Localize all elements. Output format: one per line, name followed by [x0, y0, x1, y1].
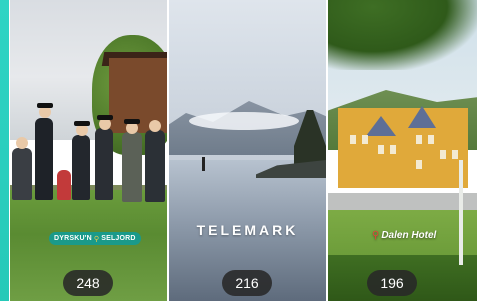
location-label: ⚲ Dalen Hotel	[372, 230, 436, 241]
location-label-text: Dalen Hotel	[381, 230, 437, 241]
thumbnail-foliage	[328, 0, 477, 70]
thumbnail-cloud	[189, 112, 299, 130]
video-overlay-title: TELEMARK	[196, 222, 299, 238]
pin-icon: ⚲	[93, 235, 100, 243]
count-pill: 196	[367, 270, 417, 296]
location-badge: DYRSKU'N ⚲ SELJORD	[49, 232, 141, 245]
thumbnail-post	[459, 160, 463, 265]
location-badge-left: DYRSKU'N	[54, 235, 92, 242]
accent-strip	[0, 0, 9, 301]
thumbnail-hotel	[338, 108, 468, 188]
thumbnail-person	[202, 157, 205, 171]
video-card-telemark[interactable]: TELEMARK 216	[169, 0, 326, 301]
location-badge-right: SELJORD	[101, 235, 136, 242]
count-pill: 216	[222, 270, 272, 296]
count-pill: 248	[63, 270, 113, 296]
video-card-dalen-hotel[interactable]: ⚲ Dalen Hotel 196	[328, 0, 477, 301]
pin-icon: ⚲	[372, 230, 380, 241]
video-card-dyrskun[interactable]: DYRSKU'N ⚲ SELJORD 248	[10, 0, 167, 301]
